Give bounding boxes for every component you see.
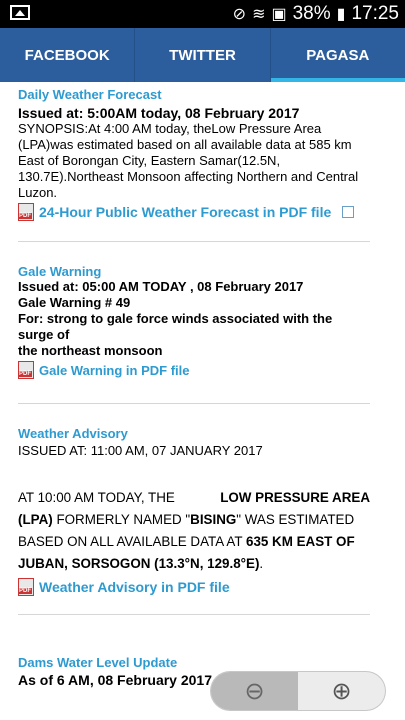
weather-advisory-section: Weather Advisory ISSUED AT: 11:00 AM, 07… [18, 426, 370, 596]
pdf-icon [18, 578, 34, 596]
advisory-issued: ISSUED AT: 11:00 AM, 07 JANUARY 2017 [18, 443, 263, 458]
gale-for-1: For: strong to gale force winds associat… [18, 311, 333, 342]
no-sim-icon: ▣ [271, 6, 287, 23]
zoom-control: ⊖ ⊕ [211, 672, 385, 710]
advisory-pdf-label[interactable]: Weather Advisory in PDF file [39, 579, 230, 595]
advisory-p2c: BISING [190, 512, 237, 527]
muted-icon: ⊘ [232, 6, 247, 23]
status-bar: ⊘ ≋ ▣ 38% ▮ 17:25 [0, 0, 405, 28]
advisory-p4b: . [259, 556, 264, 571]
tab-facebook[interactable]: FACEBOOK [0, 28, 136, 82]
forecast-synopsis-2: (LPA)was estimated based on all availabl… [18, 137, 352, 152]
advisory-p2d: " WAS ESTIMATED [236, 512, 355, 527]
forecast-synopsis-4: 130.7E).Northeast Monsoon affecting Nort… [18, 169, 359, 184]
forecast-pdf-link[interactable]: 24-Hour Public Weather Forecast in PDF f… [18, 203, 370, 221]
pdf-icon [18, 203, 34, 221]
content-area[interactable]: Daily Weather Forecast Issued at: 5:00AM… [0, 82, 405, 720]
advisory-p1: AT 10:00 AM TODAY, THE LOW PRESSURE AREA [18, 487, 370, 509]
gale-number: Gale Warning # 49 [18, 295, 131, 310]
advisory-p1a: AT 10:00 AM TODAY, THE [18, 490, 175, 505]
advisory-title: Weather Advisory [18, 426, 128, 441]
divider [18, 241, 370, 242]
battery-percent: 38% [292, 3, 331, 24]
gallery-icon [10, 5, 30, 20]
tab-pagasa[interactable]: PAGASA [270, 28, 405, 82]
zoom-out-button[interactable]: ⊖ [211, 672, 298, 710]
advisory-p2b: FORMERLY NAMED " [52, 512, 191, 527]
advisory-p4: JUBAN, SORSOGON (13.3°N, 129.8°E). [18, 553, 370, 575]
gale-pdf-link[interactable]: Gale Warning in PDF file [18, 361, 370, 379]
gale-for-2: the northeast monsoon [18, 343, 163, 358]
pdf-icon [18, 361, 34, 379]
zoom-in-icon[interactable]: ⊕ [331, 677, 351, 706]
daily-forecast-section: Daily Weather Forecast Issued at: 5:00AM… [18, 87, 370, 221]
tab-bar: FACEBOOK TWITTER PAGASA [0, 28, 405, 82]
advisory-pdf-link[interactable]: Weather Advisory in PDF file [18, 578, 370, 596]
forecast-synopsis-5: Luzon. [18, 185, 58, 200]
zoom-in-button[interactable]: ⊕ [298, 672, 385, 710]
zoom-out-icon[interactable]: ⊖ [244, 677, 264, 706]
advisory-p1b: LOW PRESSURE AREA [220, 490, 370, 505]
external-link-icon [342, 206, 355, 218]
advisory-p3a: BASED ON ALL AVAILABLE DATA AT [18, 534, 246, 549]
forecast-issued: Issued at: 5:00AM today, 08 February 201… [18, 105, 300, 121]
advisory-p3b: 635 KM EAST OF [246, 534, 355, 549]
gale-warning-section: Gale Warning Issued at: 05:00 AM TODAY ,… [18, 264, 370, 379]
advisory-p4a: JUBAN, SORSOGON (13.3°N, 129.8°E) [18, 556, 260, 571]
forecast-synopsis-3: East of Borongan City, Eastern Samar(12.… [18, 153, 281, 168]
advisory-p2: (LPA) FORMERLY NAMED "BISING" WAS ESTIMA… [18, 509, 370, 531]
dams-title: Dams Water Level Update [18, 655, 178, 670]
divider [18, 614, 370, 615]
clock: 17:25 [351, 3, 399, 24]
forecast-pdf-label[interactable]: 24-Hour Public Weather Forecast in PDF f… [39, 204, 331, 220]
forecast-synopsis-1: SYNOPSIS:At 4:00 AM today, theLow Pressu… [18, 121, 322, 136]
gale-title: Gale Warning [18, 264, 102, 279]
battery-charging-icon: ▮ [336, 6, 346, 23]
gale-issued: Issued at: 05:00 AM TODAY , 08 February … [18, 279, 304, 294]
wifi-icon: ≋ [252, 6, 266, 23]
divider [18, 403, 370, 404]
advisory-p3: BASED ON ALL AVAILABLE DATA AT 635 KM EA… [18, 531, 370, 553]
forecast-title: Daily Weather Forecast [18, 87, 162, 102]
tab-twitter[interactable]: TWITTER [135, 28, 271, 82]
gale-pdf-label[interactable]: Gale Warning in PDF file [39, 363, 189, 378]
advisory-p2a: (LPA) [18, 512, 53, 527]
